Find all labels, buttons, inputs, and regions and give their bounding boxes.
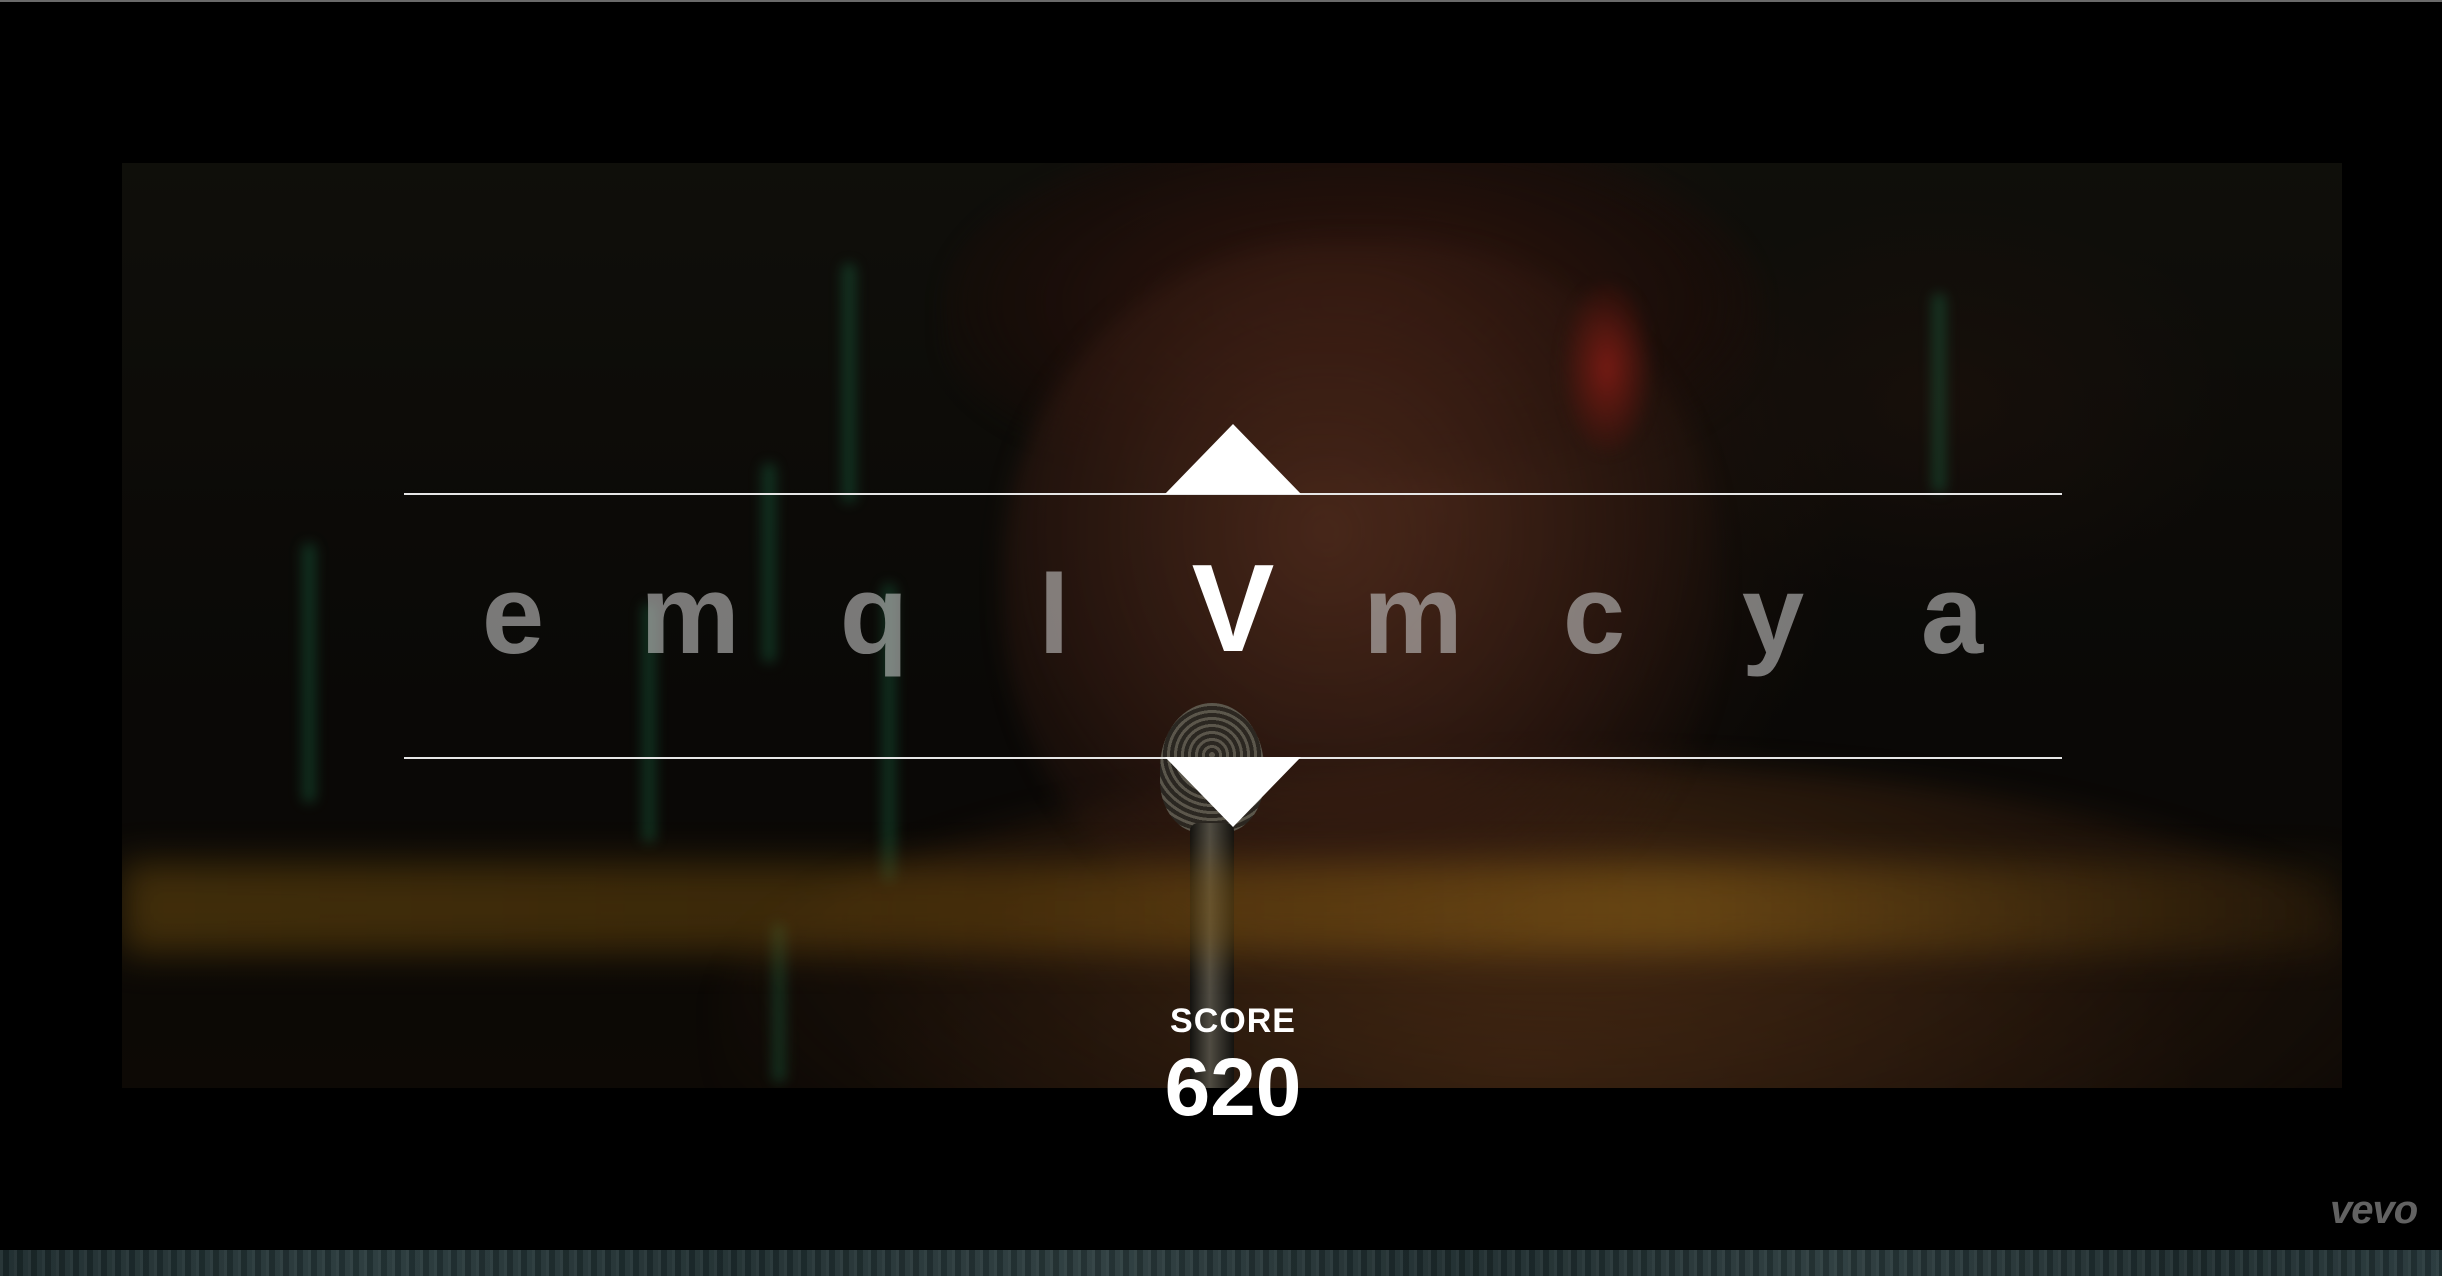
letter-tile[interactable]: m [620,555,760,675]
letter-tile[interactable]: y [1703,555,1843,675]
letter-tile[interactable]: m [1343,555,1483,675]
letter-tile[interactable]: a [1882,555,2022,675]
arrow-up-icon[interactable] [1165,424,1301,494]
letter-wheel[interactable]: e m q l V m c y a [404,547,2062,715]
arrow-down-icon[interactable] [1165,757,1301,827]
letter-tile[interactable]: e [443,555,583,675]
score-label: SCORE [1170,1002,1296,1040]
letter-tile[interactable]: q [804,555,944,675]
top-border [0,0,2442,2]
letter-tile[interactable]: c [1524,555,1664,675]
vevo-watermark: vevo [2330,1188,2418,1232]
page-bottom-strip [0,1250,2442,1276]
score-value: 620 [1164,1042,1302,1133]
active-letter-tile[interactable]: V [1163,547,1303,671]
game-screen: e m q l V m c y a SCORE 620 vevo [0,0,2442,1276]
letter-tile[interactable]: l [984,555,1124,675]
